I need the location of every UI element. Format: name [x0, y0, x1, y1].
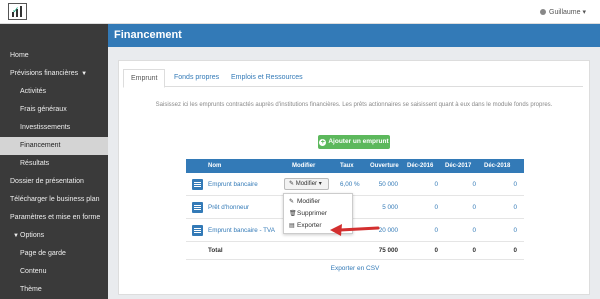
total-label: Total [208, 247, 223, 254]
total-row: Total 75 000 0 0 0 [186, 242, 524, 260]
loan-name[interactable]: Prêt d'honneur [208, 196, 249, 219]
user-menu[interactable]: Guillaume ▾ [540, 8, 586, 16]
col-modifier: Modifier [292, 163, 316, 169]
sidebar-item-resultats[interactable]: Résultats [0, 155, 108, 173]
menu-item-modifier[interactable]: ✎ Modifier [284, 196, 354, 208]
user-name: Guillaume [549, 9, 581, 16]
page-title: Financement [114, 29, 182, 41]
menu-item-label: Exporter [297, 222, 322, 229]
list-icon[interactable] [192, 202, 203, 213]
menu-item-label: Modifier [297, 198, 321, 205]
col-nom: Nom [208, 163, 222, 169]
sidebar-item-label: Activités [20, 88, 47, 95]
sidebar-item-options[interactable]: Options [0, 227, 108, 245]
sidebar-item-label: Home [10, 52, 29, 59]
col-ouverture: Ouverture [370, 163, 399, 169]
pencil-icon: ✎ [289, 199, 295, 205]
trash-icon: 🗑 [289, 211, 297, 217]
loan-dec-2016[interactable]: 0 [406, 219, 438, 242]
list-icon[interactable] [192, 225, 203, 236]
loan-dec-2017[interactable]: 0 [444, 173, 476, 196]
annotation-arrow [330, 224, 380, 236]
user-icon [540, 9, 547, 15]
modifier-label: Modifier [295, 181, 318, 187]
sidebar-item-label: Investissements [20, 124, 71, 131]
sidebar-item-label: Page de garde [20, 250, 66, 257]
sidebar-item-page-de-garde[interactable]: Page de garde [0, 245, 108, 263]
menu-item-supprimer[interactable]: 🗑Supprimer [284, 208, 354, 220]
app-logo[interactable]: ✓ [8, 3, 27, 20]
chevron-down-icon: ▼ [81, 71, 88, 77]
pencil-icon: ✎ [289, 181, 295, 187]
list-icon[interactable] [192, 179, 203, 190]
plus-icon: + [319, 139, 327, 146]
sidebar-item-label: Options [20, 232, 45, 239]
sidebar-item-theme[interactable]: Thème [0, 281, 108, 299]
intro-text: Saisissez ici les emprunts contractés au… [155, 102, 553, 108]
menu-item-label: Supprimer [297, 210, 327, 217]
loan-dec-2018[interactable]: 0 [485, 173, 517, 196]
top-bar: ✓ Guillaume ▾ [0, 0, 600, 24]
sidebar-item-label: Contenu [20, 268, 47, 275]
sidebar-item-label: Télécharger le business plan [10, 196, 100, 203]
sidebar-item-previsions[interactable]: Prévisions financières ▼ [0, 65, 108, 83]
total-opening: 75 000 [378, 247, 398, 254]
sidebar-item-label: Frais généraux [20, 106, 67, 113]
sidebar: Home Prévisions financières ▼ Activités F… [0, 24, 108, 299]
loan-name[interactable]: Emprunt bancaire [208, 173, 258, 196]
sidebar-item-activites[interactable]: Activités [0, 83, 108, 101]
loan-dec-2018[interactable]: 0 [485, 196, 517, 219]
check-icon: ✓ [12, 5, 20, 15]
loan-dec-2018[interactable]: 0 [485, 219, 517, 242]
loan-dec-2017[interactable]: 0 [444, 219, 476, 242]
total-dec-2016: 0 [434, 247, 438, 254]
sidebar-item-parametres[interactable]: Paramètres et mise en forme▼ [0, 209, 108, 239]
sidebar-item-label: Dossier de présentation [10, 178, 84, 185]
col-dec-2018: Déc-2018 [484, 163, 511, 169]
sidebar-item-label: Résultats [20, 160, 50, 167]
col-taux: Taux [340, 163, 354, 169]
tab-fonds-propres[interactable]: Fonds propres [167, 69, 226, 87]
sidebar-item-contenu[interactable]: Contenu [0, 263, 108, 281]
loan-dec-2017[interactable]: 0 [444, 196, 476, 219]
col-dec-2016: Déc-2016 [407, 163, 434, 169]
col-dec-2017: Déc-2017 [445, 163, 472, 169]
sidebar-item-label: Prévisions financières [10, 70, 79, 77]
total-dec-2018: 0 [513, 247, 517, 254]
sidebar-item-label: Thème [20, 286, 42, 293]
sidebar-item-telecharger[interactable]: Télécharger le business plan [0, 191, 108, 209]
sidebar-item-financement[interactable]: Financement [0, 137, 108, 155]
export-csv-link[interactable]: Exporter en CSV [119, 265, 591, 272]
chevron-down-icon: ▾ [582, 9, 586, 16]
tab-bar: Emprunt Fonds propres Emplois et Ressour… [123, 69, 583, 88]
table-row: Prêt d'honneur 5 000 0 0 0 [186, 196, 524, 219]
add-loan-button[interactable]: + Ajouter un emprunt [318, 135, 390, 149]
loan-opening[interactable]: 5 000 [366, 196, 398, 219]
tab-emprunt[interactable]: Emprunt [123, 69, 166, 88]
sidebar-item-dossier[interactable]: Dossier de présentation [0, 173, 108, 191]
loan-dec-2016[interactable]: 0 [406, 173, 438, 196]
sidebar-item-label: Financement [20, 142, 61, 149]
add-loan-label: Ajouter un emprunt [328, 138, 389, 145]
total-dec-2017: 0 [472, 247, 476, 254]
sidebar-item-label: Paramètres et mise en forme [10, 214, 101, 221]
main-panel: Emprunt Fonds propres Emplois et Ressour… [118, 60, 590, 295]
tab-emplois-ressources[interactable]: Emplois et Ressources [224, 69, 310, 87]
table-row: Emprunt bancaire ✎ Modifier ▾ 6,00 % 50 … [186, 173, 524, 196]
sidebar-item-frais-generaux[interactable]: Frais généraux [0, 101, 108, 119]
file-icon: ▤ [289, 223, 295, 229]
modifier-dropdown-button[interactable]: ✎ Modifier ▾ [284, 178, 329, 190]
sidebar-item-investissements[interactable]: Investissements [0, 119, 108, 137]
loan-opening[interactable]: 50 000 [366, 173, 398, 196]
loan-name[interactable]: Emprunt bancaire - TVA [208, 219, 275, 242]
table-header: Nom Modifier Taux Ouverture Déc-2016 Déc… [186, 159, 524, 173]
page-header: Financement [108, 24, 600, 47]
loan-dec-2016[interactable]: 0 [406, 196, 438, 219]
sidebar-item-home[interactable]: Home [0, 47, 108, 65]
